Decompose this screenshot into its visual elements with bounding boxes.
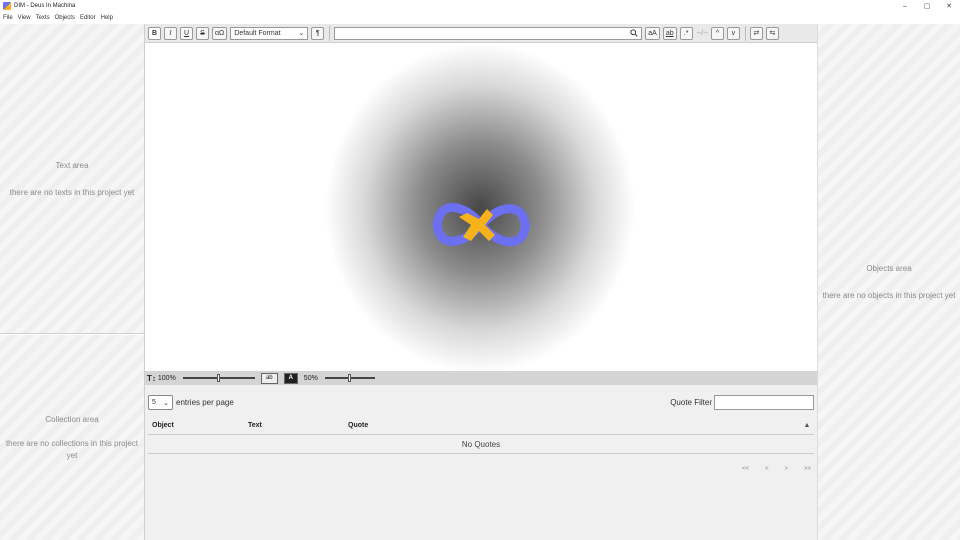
minimize-button[interactable]: – — [894, 0, 916, 12]
quotes-table-panel: 5 ⌄ entries per page Quote Filter Object… — [145, 385, 817, 540]
window-controls: – ▢ ✕ — [894, 0, 960, 12]
search-input[interactable] — [334, 26, 643, 40]
toolbar-divider — [329, 25, 331, 41]
toolbar-divider — [744, 25, 746, 41]
column-header-quote[interactable]: Quote — [348, 422, 800, 429]
format-select[interactable]: Default Format ⌄ — [230, 26, 309, 40]
first-page-button[interactable]: << — [742, 466, 749, 472]
spellcheck-button[interactable]: ab — [260, 372, 278, 384]
quote-filter-input[interactable] — [714, 395, 814, 410]
regex-button[interactable]: .* — [679, 26, 693, 40]
quote-filter: Quote Filter — [670, 395, 814, 410]
editor-pane: B I U S αΩ Default Format ⌄ ¶ aA ab .* -… — [144, 24, 817, 540]
font-zoom-label: 100% — [157, 374, 176, 382]
menu-texts[interactable]: Texts — [36, 15, 50, 21]
text-editor-canvas[interactable] — [145, 43, 817, 371]
column-header-text[interactable]: Text — [248, 422, 348, 429]
entries-per-page-label: entries per page — [176, 398, 234, 407]
menu-bar: File View Texts Objects Editor Help — [0, 12, 118, 24]
pagination: << < > >> — [726, 466, 811, 472]
objects-area-title: Objects area — [866, 264, 912, 273]
title-bar: DIM - Deus In Machina – ▢ ✕ — [0, 0, 960, 12]
close-button[interactable]: ✕ — [938, 0, 960, 12]
replace-icon: ⇄ — [753, 30, 760, 37]
bold-button[interactable]: B — [148, 26, 161, 40]
maximize-button[interactable]: ▢ — [916, 0, 938, 12]
next-match-button[interactable]: v — [726, 26, 740, 40]
strikethrough-button[interactable]: S — [196, 26, 209, 40]
search-icon — [630, 29, 638, 37]
quotes-table-header: Object Text Quote ▲ — [148, 417, 814, 435]
window-title: DIM - Deus In Machina — [14, 3, 76, 9]
objects-area-empty-message: there are no objects in this project yet — [822, 291, 956, 300]
menu-view[interactable]: View — [18, 15, 31, 21]
underline-button[interactable]: U — [180, 26, 193, 40]
text-area-empty-message: there are no texts in this project yet — [9, 187, 135, 197]
app-logo-icon — [3, 2, 11, 10]
opacity-slider-thumb[interactable] — [348, 374, 352, 382]
replace-all-icon: ⇆ — [769, 30, 776, 37]
match-case-button[interactable]: aA — [645, 26, 660, 40]
previous-match-button[interactable]: ^ — [710, 26, 724, 40]
quotes-empty-row: No Quotes — [148, 436, 814, 454]
menu-editor[interactable]: Editor — [80, 15, 96, 21]
chevron-down-icon: ⌄ — [298, 30, 305, 37]
previous-page-button[interactable]: < — [765, 466, 769, 472]
chevron-up-icon: ^ — [715, 29, 720, 37]
font-zoom-slider[interactable] — [182, 374, 255, 382]
format-select-value: Default Format — [234, 29, 281, 37]
menu-help[interactable]: Help — [101, 15, 113, 21]
collection-area-empty-message: there are no collections in this project… — [5, 438, 139, 460]
replace-all-button[interactable]: ⇆ — [765, 26, 779, 40]
text-area-title: Text area — [55, 160, 89, 170]
font-zoom-slider-thumb[interactable] — [217, 374, 221, 382]
opacity-label: 50% — [303, 374, 318, 382]
highlight-icon: A — [288, 375, 293, 381]
text-size-icon: T↕ — [147, 373, 156, 383]
collection-area-panel: Collection area there are no collections… — [0, 335, 144, 540]
chevron-down-icon: ⌄ — [163, 399, 169, 407]
replace-button[interactable]: ⇄ — [749, 26, 763, 40]
menu-objects[interactable]: Objects — [55, 15, 75, 21]
menu-file[interactable]: File — [3, 15, 13, 21]
entries-per-page-control: 5 ⌄ entries per page — [148, 395, 234, 410]
opacity-slider[interactable] — [324, 374, 375, 382]
entries-per-page-select[interactable]: 5 ⌄ — [148, 395, 173, 410]
special-characters-button[interactable]: αΩ — [212, 26, 228, 40]
sort-icon[interactable]: ▲ — [800, 422, 814, 429]
italic-button[interactable]: I — [164, 26, 177, 40]
editor-toolbar: B I U S αΩ Default Format ⌄ ¶ aA ab .* -… — [145, 24, 817, 43]
text-area-panel: Text area there are no texts in this pro… — [0, 24, 144, 334]
infinity-logo-icon — [432, 203, 530, 247]
objects-area-panel: Objects area there are no objects in thi… — [817, 24, 960, 540]
collection-area-title: Collection area — [45, 414, 99, 424]
pilcrow-button[interactable]: ¶ — [311, 26, 325, 40]
quote-filter-label: Quote Filter — [670, 398, 712, 407]
zoom-bar: T↕ 100% ab A 50% — [145, 371, 817, 385]
next-page-button[interactable]: > — [784, 466, 788, 472]
entries-per-page-value: 5 — [152, 399, 156, 406]
highlight-toggle-button[interactable]: A — [283, 372, 298, 384]
spellcheck-icon: ab — [265, 375, 273, 381]
whole-word-button[interactable]: ab — [662, 26, 677, 40]
last-page-button[interactable]: >> — [804, 466, 811, 472]
column-header-object[interactable]: Object — [148, 422, 248, 429]
chevron-down-icon: v — [731, 29, 736, 37]
match-count: --/-- — [696, 29, 708, 37]
